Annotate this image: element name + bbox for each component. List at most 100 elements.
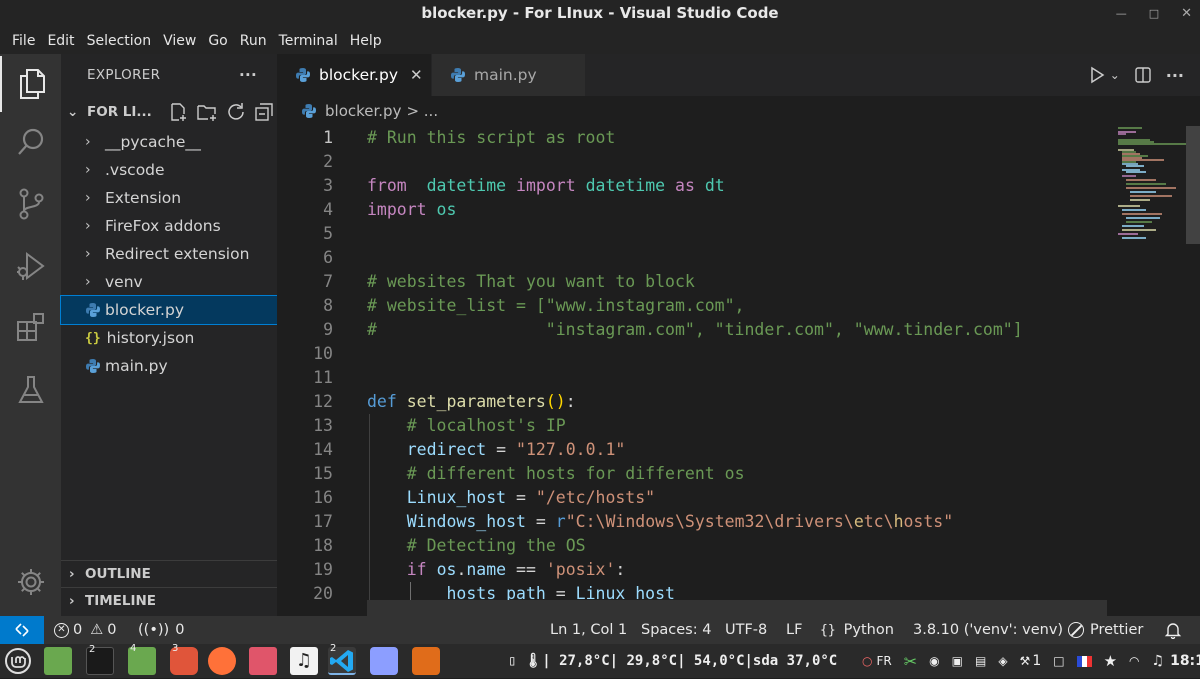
split-editor-icon[interactable] [1134, 66, 1152, 84]
menu-help[interactable]: Help [344, 33, 388, 49]
text-editor-app[interactable] [370, 647, 398, 675]
tree-item-venv[interactable]: › venv [61, 268, 277, 296]
timeline-section[interactable]: › TIMELINE [61, 587, 277, 614]
chevron-down-icon[interactable]: ⌄ [1110, 68, 1120, 82]
breadcrumb-symbol[interactable]: > ... [406, 102, 438, 120]
menu-go[interactable]: Go [202, 33, 233, 49]
menu-edit[interactable]: Edit [41, 33, 80, 49]
wifi-icon[interactable]: ◠ [1129, 654, 1139, 668]
tree-item-extension[interactable]: › Extension [61, 184, 277, 212]
run-icon[interactable] [1088, 66, 1106, 84]
code-line[interactable]: 5 [277, 222, 1107, 246]
menu-selection[interactable]: Selection [81, 33, 158, 49]
close-icon[interactable]: ✕ [410, 66, 423, 84]
terminal-icon[interactable]: □ [1053, 654, 1064, 668]
menu-file[interactable]: File [6, 33, 41, 49]
disk-icon[interactable]: ◉ [929, 654, 939, 668]
new-folder-icon[interactable] [196, 102, 218, 122]
refresh-icon[interactable] [226, 102, 246, 122]
music-app[interactable]: ♫ [290, 647, 318, 675]
code-line[interactable]: 7 # websites That you want to block [277, 270, 1107, 294]
sensor-readout[interactable]: | 27,8°C| 29,8°C| 54,0°C|sda 37,0°C [542, 653, 837, 669]
tree-item-vscode[interactable]: › .vscode [61, 156, 277, 184]
extensions-activity[interactable] [0, 300, 61, 356]
firefox-app[interactable] [208, 647, 236, 675]
collapse-all-icon[interactable] [254, 102, 274, 122]
files-app-2[interactable]: 4 [128, 643, 156, 675]
tree-item-history-json[interactable]: {} history.json [61, 324, 277, 352]
keyboard-layout[interactable]: FR [876, 654, 891, 668]
tree-item-redirect-extension[interactable]: › Redirect extension [61, 240, 277, 268]
menu-view[interactable]: View [157, 33, 202, 49]
code-line[interactable]: 9 # "instagram.com", "tinder.com", "www.t… [277, 318, 1107, 342]
prettier-status[interactable]: Prettier [1068, 616, 1143, 644]
search-activity[interactable] [0, 114, 61, 170]
tree-item-pycache[interactable]: › __pycache__ [61, 128, 277, 156]
code-line[interactable]: 12 def set_parameters(): [277, 390, 1107, 414]
code-line[interactable]: 11 [277, 366, 1107, 390]
breadcrumb-file[interactable]: blocker.py [325, 102, 401, 120]
scissors-icon[interactable]: ✂ [904, 652, 917, 671]
vscode-app[interactable]: 2 [328, 643, 356, 675]
menu-terminal[interactable]: Terminal [273, 33, 344, 49]
maximize-button[interactable]: □ [1149, 0, 1159, 27]
language-mode[interactable]: {} Python [820, 616, 894, 644]
code-line[interactable]: 15 # different hosts for different os [277, 462, 1107, 486]
code-line[interactable]: 3 from datetime import datetime as dt [277, 174, 1107, 198]
phone-icon[interactable]: ▯ [508, 653, 516, 669]
code-line[interactable]: 16 Linux_host = "/etc/hosts" [277, 486, 1107, 510]
tab-main-py[interactable]: main.py [431, 54, 585, 96]
updates-icon[interactable]: ⚒ [1020, 654, 1031, 668]
testing-activity[interactable] [0, 362, 61, 418]
python-interpreter[interactable]: 3.8.10 ('venv': venv) [913, 616, 1063, 644]
display-icon[interactable]: ▣ [952, 654, 963, 668]
code-line[interactable]: 13 # localhost's IP [277, 414, 1107, 438]
image-viewer-app[interactable] [249, 647, 277, 675]
brave-browser-app[interactable]: 3 [170, 643, 198, 675]
terminal-app[interactable]: 2 [86, 644, 114, 675]
code-line[interactable]: 19 if os.name == 'posix': [277, 558, 1107, 582]
outline-section[interactable]: › OUTLINE [61, 560, 277, 587]
tab-blocker-py[interactable]: blocker.py ✕ [277, 54, 431, 96]
more-icon[interactable]: ··· [1166, 66, 1184, 85]
code-line[interactable]: 17 Windows_host = r"C:\Windows\System32\… [277, 510, 1107, 534]
screenshot-app[interactable] [412, 647, 440, 675]
source-control-activity[interactable] [0, 176, 61, 232]
flag-icon[interactable] [1076, 655, 1092, 667]
scrollbar-thumb[interactable] [1186, 126, 1200, 244]
code-line[interactable]: 6 [277, 246, 1107, 270]
close-button[interactable]: ✕ [1181, 0, 1192, 27]
code-line[interactable]: 1 # Run this script as root [277, 126, 1107, 150]
menu-button[interactable] [4, 647, 32, 675]
run-debug-activity[interactable] [0, 238, 61, 294]
ports-indicator[interactable]: ((•)) 0 [138, 616, 184, 644]
code-line[interactable]: 18 # Detecting the OS [277, 534, 1107, 558]
explorer-activity[interactable] [0, 56, 61, 112]
line-ending[interactable]: LF [786, 616, 802, 644]
shield-icon[interactable]: ◈ [998, 654, 1007, 668]
manage-activity[interactable] [0, 554, 61, 610]
location-icon[interactable]: ○ [862, 654, 872, 668]
encoding[interactable]: UTF-8 [725, 616, 767, 644]
tree-item-main-py[interactable]: main.py [61, 352, 277, 380]
workspace-folder[interactable]: ⌄ FOR LI... [61, 96, 277, 128]
remote-button[interactable] [0, 616, 44, 644]
volume-icon[interactable]: ♫ [1152, 653, 1165, 669]
clock[interactable]: 18:14 [1170, 653, 1200, 669]
code-line[interactable]: 2 [277, 150, 1107, 174]
tree-item-firefox-addons[interactable]: › FireFox addons [61, 212, 277, 240]
code-line[interactable]: 10 [277, 342, 1107, 366]
code-line[interactable]: 8 # website_list = ["www.instagram.com", [277, 294, 1107, 318]
menu-run[interactable]: Run [234, 33, 273, 49]
minimize-button[interactable]: — [1116, 0, 1127, 27]
star-icon[interactable]: ★ [1104, 652, 1117, 670]
new-file-icon[interactable] [168, 102, 188, 122]
cursor-position[interactable]: Ln 1, Col 1 [550, 616, 627, 644]
files-app[interactable] [44, 647, 72, 675]
indentation[interactable]: Spaces: 4 [641, 616, 711, 644]
minimap[interactable] [1116, 126, 1186, 246]
code-line[interactable]: 14 redirect = "127.0.0.1" [277, 438, 1107, 462]
code-line[interactable]: 4 import os [277, 198, 1107, 222]
clipboard-icon[interactable]: ▤ [975, 654, 986, 668]
more-actions-button[interactable]: ··· [239, 66, 257, 84]
